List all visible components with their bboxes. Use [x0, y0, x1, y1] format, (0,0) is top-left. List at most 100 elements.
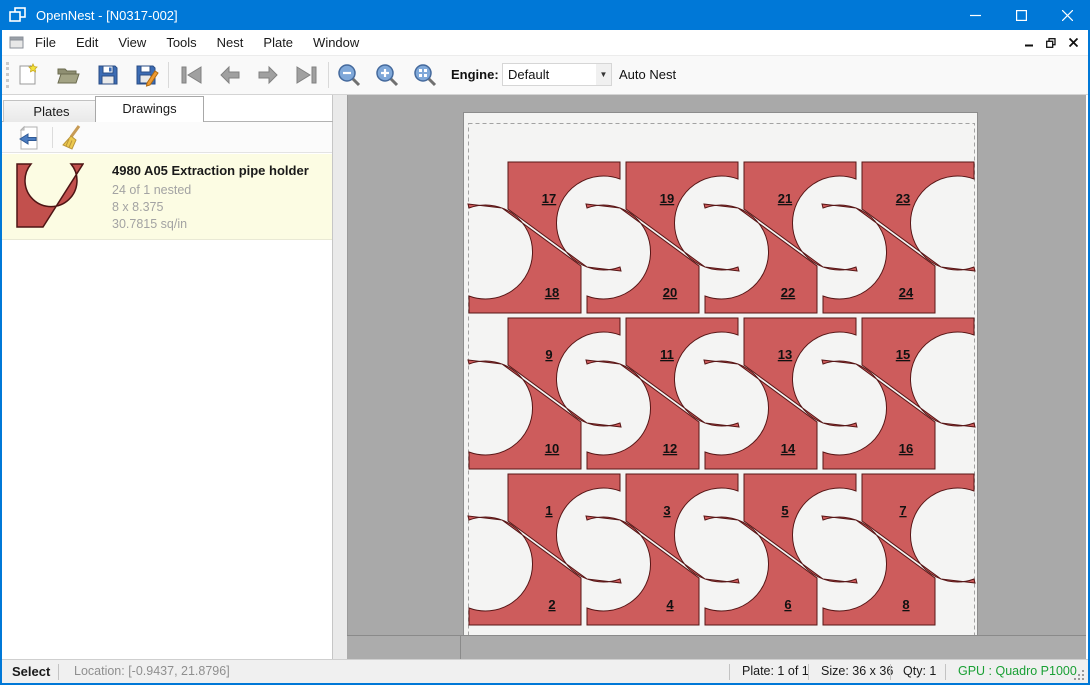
tab-plates-label: Plates — [33, 104, 69, 119]
engine-selected-value: Default — [508, 67, 596, 82]
menu-tools[interactable]: Tools — [156, 30, 206, 55]
broom-icon — [59, 125, 85, 151]
mdi-restore-button[interactable] — [1040, 33, 1062, 53]
menu-view[interactable]: View — [108, 30, 156, 55]
tab-plates[interactable]: Plates — [3, 100, 100, 122]
part-number: 8 — [902, 597, 909, 612]
menu-bar: File Edit View Tools Nest Plate Window — [2, 30, 1088, 56]
caption-buttons — [952, 0, 1090, 30]
status-size: Size: 36 x 36 — [821, 664, 893, 678]
part-number: 22 — [781, 285, 795, 300]
mdi-close-button[interactable] — [1062, 33, 1084, 53]
title-bar: OpenNest - [N0317-002] — [0, 0, 1090, 30]
zoom-in-icon — [374, 62, 400, 88]
drawing-title: 4980 A05 Extraction pipe holder — [112, 163, 309, 178]
combo-dropdown-icon[interactable]: ▼ — [596, 64, 611, 85]
zoom-fit-icon — [412, 62, 438, 88]
toolbar-separator — [168, 62, 169, 88]
next-arrow-icon — [255, 64, 281, 86]
part-number: 23 — [896, 191, 910, 206]
clear-nest-button[interactable] — [58, 124, 86, 151]
new-document-icon — [16, 63, 40, 87]
close-button[interactable] — [1044, 0, 1090, 30]
toolbar-separator — [328, 62, 329, 88]
sidebar: Plates Drawings — [2, 95, 333, 659]
tab-drawings-label: Drawings — [122, 101, 176, 116]
toolbar-grip[interactable] — [6, 62, 9, 88]
next-plate-button[interactable] — [254, 61, 282, 89]
status-separator — [945, 664, 946, 680]
previous-plate-button[interactable] — [216, 61, 244, 89]
part-number: 5 — [781, 503, 788, 518]
menu-plate[interactable]: Plate — [253, 30, 303, 55]
part-number: 2 — [548, 597, 555, 612]
part-number: 1 — [545, 503, 552, 518]
status-separator — [58, 664, 59, 680]
document-window-icon[interactable] — [9, 36, 25, 50]
zoom-in-button[interactable] — [373, 61, 401, 89]
status-bar: Select Location: [-0.9437, 21.8796] Plat… — [2, 659, 1088, 683]
part-number: 9 — [545, 347, 552, 362]
part-number: 6 — [784, 597, 791, 612]
zoom-fit-button[interactable] — [411, 61, 439, 89]
first-plate-button[interactable] — [178, 61, 206, 89]
status-separator — [890, 664, 891, 680]
open-button[interactable] — [54, 61, 82, 89]
menu-edit[interactable]: Edit — [66, 30, 108, 55]
scroll-strip-divider — [460, 636, 461, 659]
open-folder-icon — [56, 63, 80, 87]
canvas-scroll-strip[interactable] — [347, 635, 1086, 659]
document-back-arrow-icon — [17, 125, 43, 151]
part-number: 16 — [899, 441, 913, 456]
menu-nest[interactable]: Nest — [207, 30, 254, 55]
close-icon — [1062, 10, 1073, 21]
drawing-list-item[interactable]: 4980 A05 Extraction pipe holder 24 of 1 … — [2, 154, 332, 240]
last-plate-button[interactable] — [292, 61, 320, 89]
save-icon — [96, 63, 120, 87]
save-button[interactable] — [94, 61, 122, 89]
part-number: 18 — [545, 285, 559, 300]
new-button[interactable] — [14, 61, 42, 89]
menu-window[interactable]: Window — [303, 30, 369, 55]
nest-canvas[interactable]: 17 18 19 20 21 22 23 24 — [347, 95, 1086, 635]
save-as-button[interactable] — [133, 61, 161, 89]
menu-file[interactable]: File — [25, 30, 66, 55]
first-arrow-icon — [179, 64, 205, 86]
part-number: 11 — [660, 347, 674, 362]
part-thumbnail — [16, 163, 84, 228]
part-number: 21 — [778, 191, 792, 206]
drawings-toolbar — [2, 122, 332, 153]
toolbar-separator — [52, 127, 53, 148]
plate[interactable]: 17 18 19 20 21 22 23 24 — [463, 112, 978, 647]
main-toolbar: Engine: Default ▼ Auto Nest — [2, 56, 1088, 95]
part-number: 12 — [663, 441, 677, 456]
drawing-size: 8 x 8.375 — [112, 200, 163, 214]
maximize-icon — [1016, 10, 1027, 21]
status-mode: Select — [12, 664, 50, 679]
status-location: Location: [-0.9437, 21.8796] — [74, 664, 230, 678]
minimize-icon — [970, 10, 981, 20]
return-part-button[interactable] — [16, 124, 44, 151]
previous-arrow-icon — [217, 64, 243, 86]
auto-nest-button[interactable]: Auto Nest — [619, 67, 676, 82]
status-separator — [808, 664, 809, 680]
engine-label: Engine: — [451, 67, 499, 82]
mdi-window-buttons — [1018, 30, 1084, 55]
engine-combobox[interactable]: Default ▼ — [502, 63, 612, 86]
minimize-button[interactable] — [952, 0, 998, 30]
window-border — [0, 30, 2, 685]
zoom-out-button[interactable] — [335, 61, 363, 89]
part-number: 13 — [778, 347, 792, 362]
window-title: OpenNest - [N0317-002] — [36, 8, 178, 23]
part-number: 7 — [899, 503, 906, 518]
part-number: 20 — [663, 285, 677, 300]
resize-grip[interactable] — [1072, 668, 1084, 680]
part-number: 15 — [896, 347, 910, 362]
status-qty: Qty: 1 — [903, 664, 936, 678]
part-number: 17 — [542, 191, 556, 206]
mdi-minimize-button[interactable] — [1018, 33, 1040, 53]
maximize-button[interactable] — [998, 0, 1044, 30]
tab-drawings[interactable]: Drawings — [95, 96, 204, 122]
mdi-minimize-icon — [1025, 38, 1034, 47]
splitter[interactable] — [333, 95, 347, 659]
